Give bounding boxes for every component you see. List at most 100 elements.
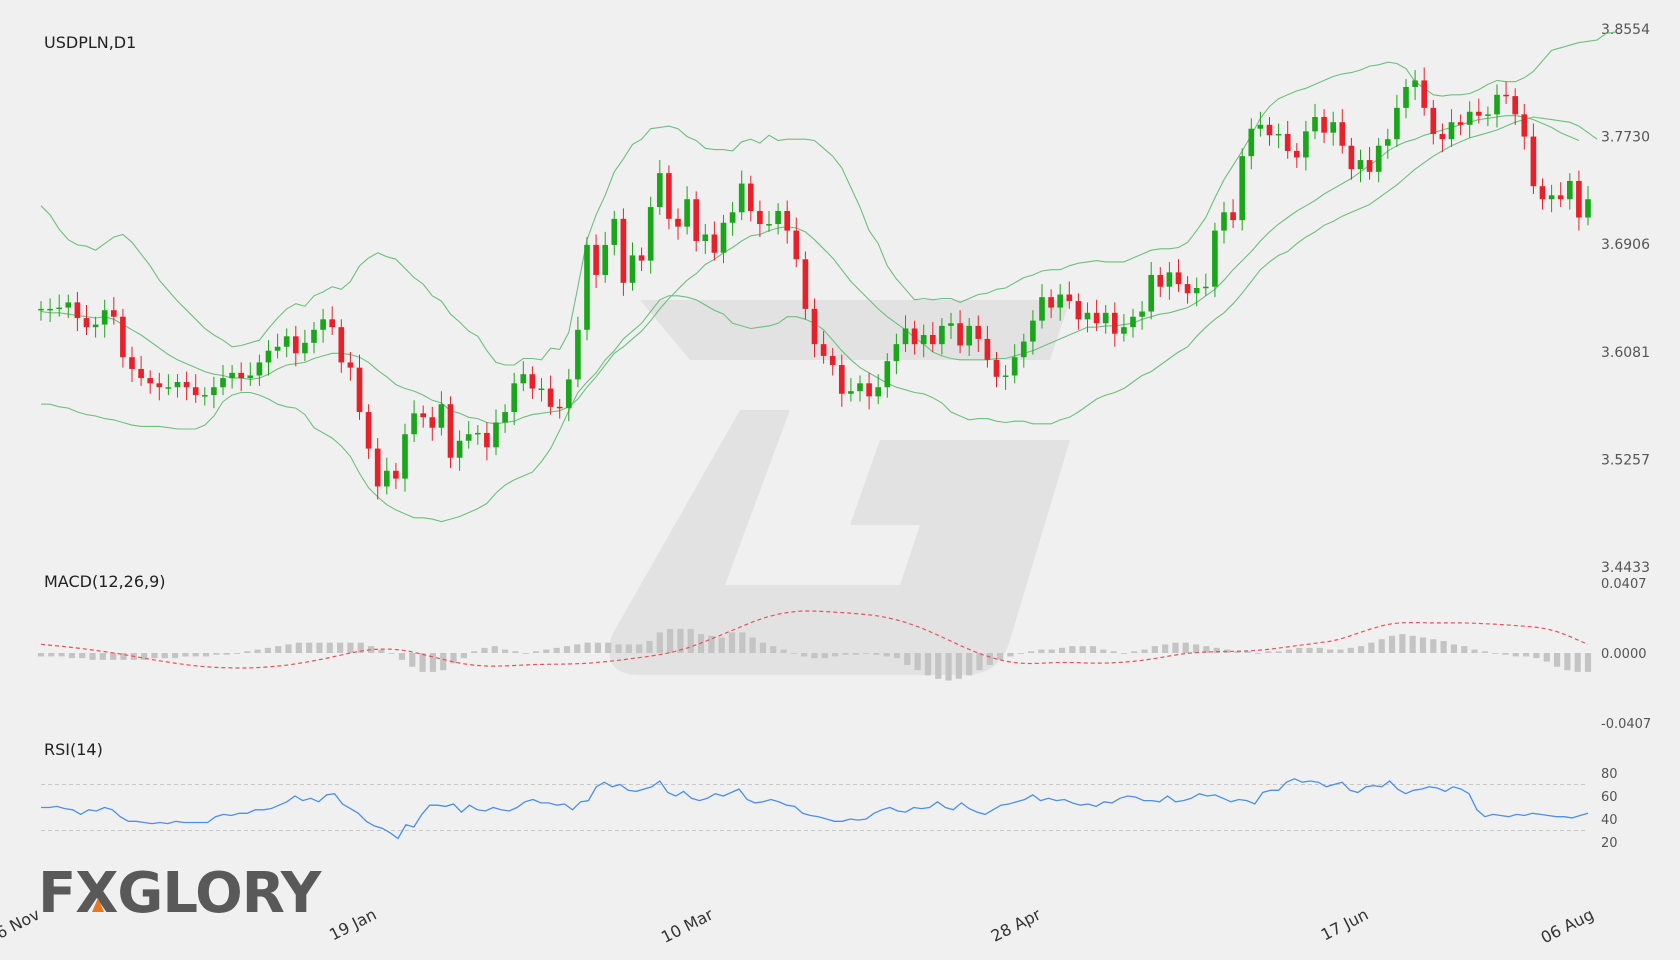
macd-histogram-bar (1523, 653, 1530, 657)
macd-histogram-bar (1192, 644, 1200, 653)
date-label: 28 Apr (988, 904, 1044, 945)
macd-histogram-bar (275, 646, 282, 653)
macd-histogram-bar (780, 649, 787, 653)
candle (1421, 67, 1428, 116)
candle (1557, 182, 1564, 208)
candle (1221, 201, 1227, 244)
macd-histogram-bar (1512, 653, 1519, 657)
macd-histogram-bar (48, 653, 55, 657)
candle (420, 405, 427, 428)
candle (1139, 301, 1145, 330)
rsi-title: RSI(14) (44, 740, 103, 759)
candle (611, 210, 618, 256)
candle (647, 196, 654, 274)
candle (1412, 69, 1418, 101)
macd-histogram-bar (945, 653, 952, 681)
candle (638, 247, 645, 272)
macd-histogram-bar (862, 653, 870, 654)
macd-histogram-bar (986, 653, 993, 666)
price-tick-label: 3.6906 (1601, 237, 1650, 253)
candle (1266, 116, 1273, 146)
macd-histogram-bar (574, 644, 581, 653)
candle (1193, 277, 1200, 307)
candle (1212, 222, 1218, 298)
candle (302, 329, 308, 362)
macd-histogram-bar (1265, 651, 1272, 653)
candle (1439, 123, 1446, 153)
candle (129, 346, 135, 383)
price-tick-label: 3.5257 (1601, 452, 1650, 468)
candle (292, 325, 299, 367)
candle (1002, 365, 1009, 390)
rsi-panel: RSI(14) 80 60 40 20 (41, 740, 1618, 851)
macd-histogram-bar (935, 653, 942, 679)
candle (1130, 308, 1136, 338)
candle (474, 425, 481, 445)
candle (547, 375, 554, 415)
candle (447, 396, 454, 469)
candle (47, 298, 53, 322)
macd-histogram-bar (563, 646, 571, 653)
candle (329, 306, 336, 336)
macd-histogram-bar (625, 644, 632, 653)
candle (38, 301, 44, 321)
macd-histogram-bar (68, 653, 76, 659)
rsi-polyline (41, 778, 1589, 840)
macd-histogram-bar (1079, 646, 1086, 653)
macd-histogram-bar (388, 653, 395, 654)
bollinger-bands (40, 31, 1616, 523)
watermark (609, 300, 1070, 675)
macd-histogram-bar (1110, 651, 1117, 653)
macd-histogram-bar (955, 653, 962, 679)
price-tick-label: 3.4433 (1601, 560, 1650, 576)
candle (757, 200, 763, 238)
candle (747, 175, 754, 222)
logo-text: FXGLORY (38, 861, 323, 926)
candle (702, 224, 709, 255)
candle (520, 361, 527, 392)
macd-histogram-bar (491, 646, 498, 653)
candle (192, 374, 199, 403)
candle (584, 237, 590, 341)
candle (1512, 88, 1519, 125)
macd-histogram-bar (151, 653, 158, 659)
macd-histogram-bar (749, 637, 756, 653)
candle (174, 374, 181, 398)
macd-histogram-bar (1388, 635, 1396, 653)
macd-histogram-bar (233, 653, 241, 654)
macd-histogram-bar (1419, 637, 1427, 653)
macd-histogram-bar (1553, 653, 1561, 667)
candle (484, 422, 490, 461)
candle (1303, 120, 1309, 171)
macd-histogram-bar (1584, 653, 1592, 672)
macd-histogram-bar (1275, 651, 1282, 653)
rsi-tick-label: 20 (1601, 836, 1618, 851)
candle (356, 354, 363, 420)
candle (866, 372, 872, 410)
macd-histogram-bar (904, 653, 911, 666)
candle (1576, 170, 1582, 231)
macd-histogram-bar (254, 649, 261, 653)
candle (1330, 111, 1337, 146)
macd-histogram-bar (1430, 639, 1437, 653)
candle (265, 340, 272, 376)
macd-histogram-bar (1378, 639, 1385, 653)
macd-histogram-bar (976, 653, 983, 671)
macd-histogram-bar (532, 651, 540, 653)
macd-histogram-bar (316, 642, 323, 653)
macd-histogram-bar (811, 653, 818, 659)
macd-histogram-bar (99, 653, 106, 660)
macd-histogram-bar (1564, 653, 1571, 671)
candle (511, 372, 518, 426)
macd-histogram-bar (1058, 647, 1066, 653)
date-label: 10 Mar (658, 904, 717, 946)
macd-histogram-bar (1172, 642, 1179, 653)
candle (620, 208, 627, 296)
macd-histogram-bar (336, 642, 344, 653)
candle (1321, 109, 1327, 144)
candle (1521, 103, 1528, 150)
candle (338, 319, 345, 373)
candle (1148, 261, 1155, 320)
macd-histogram-bar (1038, 649, 1045, 653)
candle (92, 316, 99, 338)
